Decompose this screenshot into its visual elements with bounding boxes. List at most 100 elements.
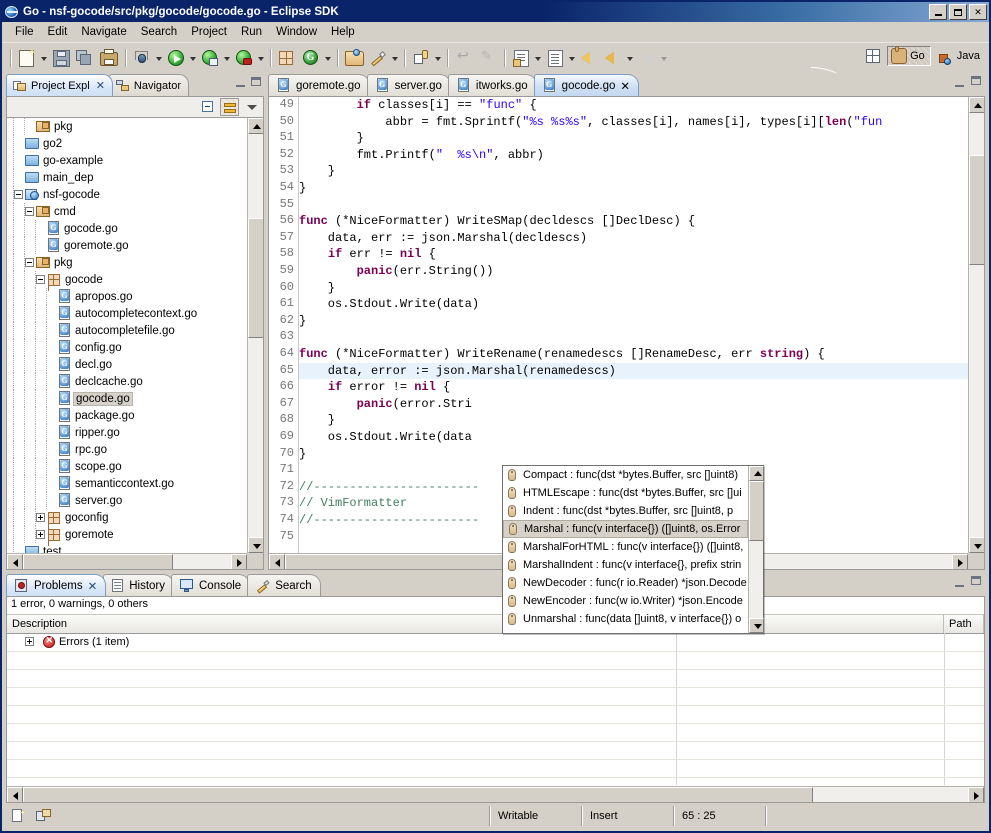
tab-history[interactable]: History	[103, 574, 174, 596]
table-row[interactable]: Errors (1 item)	[7, 633, 984, 651]
autocomplete-item[interactable]: Marshal : func(v interface{}) ([]uint8, …	[503, 520, 748, 538]
autocomplete-item[interactable]: NewDecoder : func(r io.Reader) *json.Dec…	[503, 574, 748, 592]
next-annotation-icon[interactable]	[544, 47, 566, 69]
autocomplete-item[interactable]: HTMLEscape : func(dst *bytes.Buffer, src…	[503, 484, 748, 502]
search-dropdown-icon[interactable]	[390, 48, 400, 68]
scroll-right-button[interactable]	[952, 554, 968, 570]
editor-tab-itworks[interactable]: itworks.go	[448, 74, 537, 96]
scroll-thumb[interactable]	[969, 155, 985, 265]
editor-tab-gocode[interactable]: gocode.go ✕	[534, 74, 639, 96]
search-icon[interactable]	[367, 47, 389, 69]
close-icon[interactable]: ✕	[620, 79, 630, 93]
expand-icon[interactable]	[25, 637, 34, 646]
code-line[interactable]: }	[299, 130, 968, 147]
scroll-up-button[interactable]	[969, 97, 985, 113]
tree-item[interactable]: pkg	[7, 254, 247, 271]
tree-item[interactable]: gocode.go	[7, 390, 247, 407]
code-line[interactable]	[299, 329, 968, 346]
editor-tab-goremote[interactable]: goremote.go	[268, 74, 370, 96]
new-go-element-icon[interactable]: G	[300, 47, 322, 69]
menu-item-window[interactable]: Window	[269, 24, 324, 40]
scroll-up-button[interactable]	[248, 118, 264, 134]
run-configuration-icon[interactable]	[199, 47, 221, 69]
scroll-right-button[interactable]	[968, 787, 984, 803]
column-path[interactable]: Path	[944, 615, 984, 633]
menu-item-search[interactable]: Search	[134, 24, 184, 40]
autocomplete-item[interactable]: Indent : func(dst *bytes.Buffer, src []u…	[503, 502, 748, 520]
maximize-button[interactable]	[949, 4, 967, 20]
autocomplete-item[interactable]: Unmarshal : func(data []uint8, v interfa…	[503, 610, 748, 628]
previous-annotation-dropdown-icon[interactable]	[533, 48, 543, 68]
code-line[interactable]: func (*NiceFormatter) WriteRename(rename…	[299, 346, 968, 363]
scroll-thumb-h[interactable]	[23, 554, 173, 570]
run-error-icon[interactable]	[233, 47, 255, 69]
autocomplete-item[interactable]: Compact : func(dst *bytes.Buffer, src []…	[503, 466, 748, 484]
scroll-thumb[interactable]	[248, 218, 264, 338]
tree-item[interactable]: goremote	[7, 526, 247, 543]
tree-item[interactable]: go-example	[7, 152, 247, 169]
tree-item[interactable]: autocompletefile.go	[7, 322, 247, 339]
autocomplete-list[interactable]: Compact : func(dst *bytes.Buffer, src []…	[503, 466, 748, 633]
maximize-editor-icon[interactable]	[971, 76, 981, 85]
minimize-button[interactable]	[929, 4, 947, 20]
autocomplete-popup[interactable]: Compact : func(dst *bytes.Buffer, src []…	[502, 465, 764, 634]
tab-console[interactable]: Console	[171, 574, 250, 596]
tree-item[interactable]: ripper.go	[7, 424, 247, 441]
code-line[interactable]: panic(err.String())	[299, 263, 968, 280]
tree-item[interactable]: go2	[7, 135, 247, 152]
maximize-view-icon[interactable]	[971, 576, 981, 585]
autocomplete-item[interactable]: NewEncoder : func(w io.Writer) *json.Enc…	[503, 592, 748, 610]
code-line[interactable]: data, err := json.Marshal(decldescs)	[299, 230, 968, 247]
scroll-thumb[interactable]	[749, 481, 764, 541]
tree-item[interactable]: decl.go	[7, 356, 247, 373]
external-tools-dropdown-icon[interactable]	[433, 48, 443, 68]
tree-item[interactable]: nsf-gocode	[7, 186, 247, 203]
code-line[interactable]: }	[299, 446, 968, 463]
menu-item-edit[interactable]: Edit	[41, 24, 75, 40]
close-icon[interactable]: ✕	[96, 79, 105, 92]
tree-item[interactable]: pkg	[7, 118, 247, 135]
scroll-down-button[interactable]	[248, 537, 264, 553]
tree-item[interactable]: rpc.go	[7, 441, 247, 458]
minimize-editor-icon[interactable]	[955, 76, 964, 87]
code-line[interactable]: if classes[i] == "func" {	[299, 97, 968, 114]
tree-item[interactable]: goconfig	[7, 509, 247, 526]
code-line[interactable]	[299, 197, 968, 214]
tree-item[interactable]: test	[7, 543, 247, 553]
scroll-down-button[interactable]	[969, 537, 985, 553]
close-button[interactable]: ✕	[969, 4, 987, 20]
tree-item[interactable]: scope.go	[7, 458, 247, 475]
expand-icon[interactable]	[25, 258, 34, 267]
expand-icon[interactable]	[25, 207, 34, 216]
tree-item[interactable]: cmd	[7, 203, 247, 220]
expand-icon[interactable]	[36, 275, 45, 284]
menu-item-run[interactable]: Run	[234, 24, 269, 40]
debug-icon[interactable]	[131, 47, 153, 69]
autocomplete-item[interactable]: MarshalIndent : func(v interface{}, pref…	[503, 556, 748, 574]
code-line[interactable]: func (*NiceFormatter) WriteSMap(decldesc…	[299, 213, 968, 230]
save-all-icon[interactable]	[74, 47, 96, 69]
tree-item[interactable]: gocode.go	[7, 220, 247, 237]
code-line[interactable]: data, error := json.Marshal(renamedescs)	[299, 363, 968, 380]
problems-horizontal-scrollbar[interactable]	[7, 786, 984, 802]
code-line[interactable]: abbr = fmt.Sprintf("%s %s%s", classes[i]…	[299, 114, 968, 131]
editor-vertical-scrollbar[interactable]	[968, 97, 984, 553]
editor-tab-server[interactable]: server.go	[367, 74, 451, 96]
last-edit-location-icon[interactable]	[578, 47, 600, 69]
previous-annotation-icon[interactable]	[510, 47, 532, 69]
new-element-dropdown-icon[interactable]	[323, 48, 333, 68]
code-line[interactable]: }	[299, 163, 968, 180]
print-icon[interactable]	[98, 47, 120, 69]
tree-horizontal-scrollbar[interactable]	[7, 553, 247, 569]
menu-item-project[interactable]: Project	[184, 24, 234, 40]
scroll-left-button[interactable]	[7, 554, 23, 570]
code-line[interactable]: panic(error.Stri	[299, 396, 968, 413]
autocomplete-scrollbar[interactable]	[748, 466, 763, 633]
tree-item[interactable]: main_dep	[7, 169, 247, 186]
minimize-view-icon[interactable]	[955, 576, 964, 587]
run-error-dropdown-icon[interactable]	[256, 48, 266, 68]
tree-item[interactable]: autocompletecontext.go	[7, 305, 247, 322]
expand-icon[interactable]	[36, 513, 45, 522]
code-line[interactable]: if err != nil {	[299, 246, 968, 263]
expand-icon[interactable]	[14, 190, 23, 199]
